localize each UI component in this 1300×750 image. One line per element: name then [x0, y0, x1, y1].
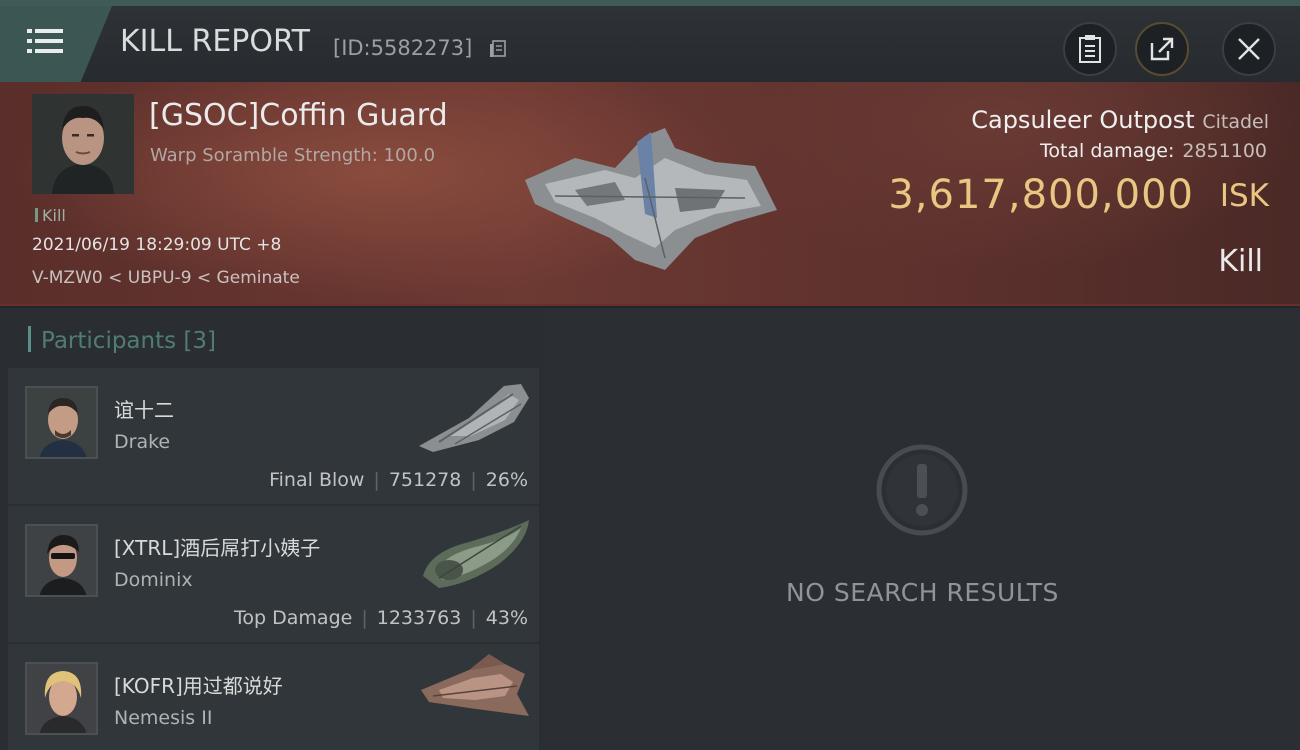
participant-portrait[interactable]	[25, 524, 98, 597]
dominix-ship-image	[423, 520, 529, 588]
result-label: Kill	[1218, 244, 1263, 279]
victim-name: [GSOC]Coffin Guard	[149, 98, 448, 133]
participant-ship: Nemesis II	[114, 707, 213, 729]
participants-label: Participants	[41, 328, 177, 354]
participant-damage: 751278	[388, 469, 462, 491]
stats-divider: |	[470, 469, 477, 491]
empty-state-message: NO SEARCH RESULTS	[786, 578, 1059, 607]
stats-divider: |	[470, 607, 477, 629]
kill-tag: Kill	[35, 206, 66, 225]
target-type: Citadel	[1202, 111, 1269, 133]
participant-stats: Final Blow | 751278 | 26%	[269, 469, 528, 491]
participant-row[interactable]: [XTRL]酒后屌打小姨子 Dominix Top Damage | 1233763…	[8, 506, 539, 642]
participant-role: Top Damage	[234, 607, 353, 629]
participant-ship: Drake	[114, 431, 171, 453]
target-structure-name: Capsuleer Outpost	[971, 106, 1195, 134]
close-button[interactable]	[1222, 22, 1276, 76]
stats-divider: |	[373, 469, 380, 491]
report-id: [ID:5582273]	[333, 36, 473, 60]
participant-row[interactable]: 谊十二 Drake Final Blow | 751278 | 26%	[8, 368, 539, 504]
results-panel: NO SEARCH RESULTS	[545, 308, 1300, 750]
menu-icon	[27, 29, 63, 53]
participant-portrait[interactable]	[25, 386, 98, 459]
menu-button[interactable]	[0, 6, 112, 82]
kill-location: V-MZW0 < UBPU-9 < Geminate	[32, 268, 300, 288]
clipboard-icon	[1079, 35, 1101, 63]
header-bar: KILL REPORT [ID:5582273]	[0, 6, 1300, 82]
isk-unit: ISK	[1219, 178, 1269, 214]
target-name: Capsuleer Outpost Citadel	[971, 106, 1269, 134]
participants-count: [3]	[183, 328, 217, 354]
participants-header: Participants [3]	[28, 326, 216, 354]
total-damage-label: Total damage:	[1039, 140, 1175, 162]
kill-tag-marker	[35, 208, 38, 222]
participant-percent: 43%	[485, 607, 528, 629]
participant-portrait[interactable]	[25, 662, 98, 735]
pilot-portrait-icon	[27, 388, 96, 457]
participant-stats: Top Damage | 1233763 | 43%	[234, 607, 528, 629]
victim-subtitle: Warp Soramble Strength: 100.0	[150, 145, 436, 166]
exclamation-icon	[876, 444, 968, 536]
victim-banner: [GSOC]Coffin Guard Warp Soramble Strengt…	[0, 82, 1300, 306]
participant-name: [XTRL]酒后屌打小姨子	[114, 536, 321, 560]
total-damage-value: 2851100	[1182, 140, 1267, 162]
citadel-ship-image	[525, 128, 777, 270]
participant-percent: 26%	[485, 469, 528, 491]
stats-divider: |	[361, 607, 368, 629]
participant-name: 谊十二	[114, 398, 174, 422]
participant-damage: 1233763	[376, 607, 462, 629]
participants-marker	[28, 326, 31, 352]
isk-value: 3,617,800,000	[888, 172, 1194, 218]
pilot-portrait-icon	[32, 94, 134, 194]
pilot-portrait-icon	[27, 526, 96, 595]
page-title: KILL REPORT	[120, 24, 310, 59]
share-icon	[1150, 37, 1174, 61]
participant-row[interactable]: [KOFR]用过都说好 Nemesis II	[8, 644, 539, 750]
participants-panel: Participants [3] 谊十二 Drake Final Blow | 75…	[0, 308, 545, 750]
participant-ship: Dominix	[114, 569, 193, 591]
copy-icon[interactable]	[488, 39, 508, 59]
close-icon	[1238, 38, 1260, 60]
share-button[interactable]	[1135, 22, 1189, 76]
total-damage: Total damage: 2851100	[1040, 140, 1267, 162]
kill-tag-label: Kill	[42, 206, 66, 225]
victim-portrait[interactable]	[32, 94, 134, 194]
pilot-portrait-icon	[27, 664, 96, 733]
participant-name: [KOFR]用过都说好	[114, 674, 283, 698]
clipboard-button[interactable]	[1063, 22, 1117, 76]
drake-ship-image	[419, 384, 529, 452]
kill-datetime: 2021/06/19 18:29:09 UTC +8	[32, 235, 282, 255]
participant-role: Final Blow	[269, 469, 365, 491]
nemesis-ship-image	[421, 654, 529, 716]
